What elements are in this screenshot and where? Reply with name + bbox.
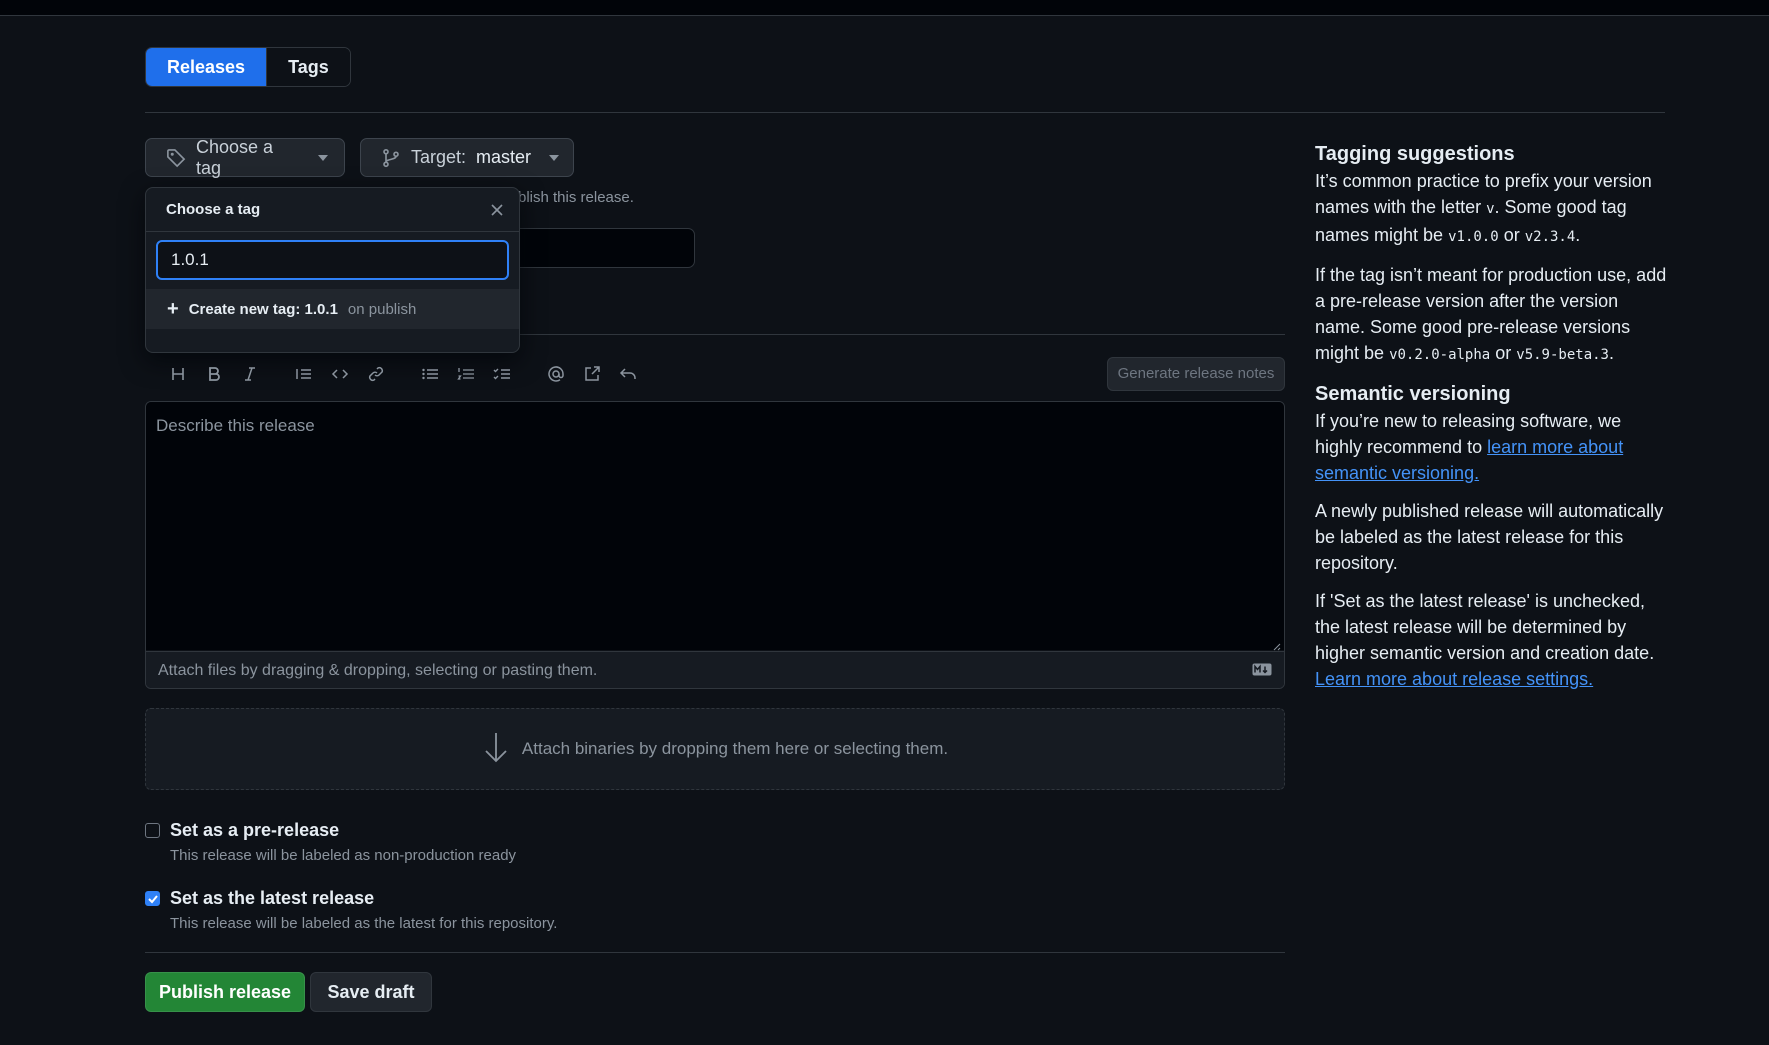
tag-p1-end: . bbox=[1575, 225, 1581, 245]
create-tag-label: Create new tag: 1.0.1 bbox=[188, 300, 338, 318]
tag-p2-end: . bbox=[1608, 343, 1614, 363]
popover-header: Choose a tag bbox=[146, 188, 519, 232]
tag-search-input[interactable] bbox=[156, 240, 509, 280]
bold-icon[interactable] bbox=[196, 360, 232, 388]
mention-icon[interactable] bbox=[538, 360, 574, 388]
binaries-dropzone[interactable]: Attach binaries by dropping them here or… bbox=[145, 708, 1285, 790]
release-description-textarea[interactable] bbox=[146, 402, 1284, 650]
tag-p2-code-2: v5.9-beta.3 bbox=[1516, 347, 1609, 363]
tag-hint-text: blish this release. bbox=[518, 189, 634, 206]
target-branch-button[interactable]: Target: master bbox=[360, 138, 574, 177]
header-divider bbox=[145, 112, 1665, 113]
release-title-input[interactable] bbox=[500, 228, 695, 268]
quote-icon[interactable] bbox=[286, 360, 322, 388]
prerelease-option: Set as a pre-release This release will b… bbox=[145, 820, 516, 864]
link-icon[interactable] bbox=[358, 360, 394, 388]
tag-icon bbox=[166, 148, 186, 168]
latest-release-label[interactable]: Set as the latest release bbox=[170, 888, 557, 909]
tagging-suggestions-title: Tagging suggestions bbox=[1315, 143, 1515, 165]
dropzone-text: Attach binaries by dropping them here or… bbox=[521, 739, 949, 758]
close-icon[interactable] bbox=[485, 198, 509, 222]
releases-tags-switch: Releases Tags bbox=[145, 47, 351, 87]
prerelease-label[interactable]: Set as a pre-release bbox=[170, 820, 516, 841]
create-new-tag-item[interactable]: + Create new tag: 1.0.1 on publish bbox=[146, 289, 519, 329]
semantic-paragraph-3: If 'Set as the latest release' is unchec… bbox=[1315, 588, 1670, 692]
choose-tag-label: Choose a tag bbox=[196, 136, 274, 178]
footer-divider bbox=[145, 952, 1285, 953]
tag-p1-code-v: v bbox=[1486, 201, 1495, 217]
markdown-icon bbox=[1252, 663, 1272, 681]
italic-icon[interactable] bbox=[232, 360, 268, 388]
top-bar bbox=[0, 0, 1769, 16]
task-list-icon[interactable] bbox=[484, 360, 520, 388]
attach-files-bar[interactable]: Attach files by dragging & dropping, sel… bbox=[146, 651, 1284, 688]
semantic-versioning-title: Semantic versioning bbox=[1315, 383, 1511, 405]
semantic-paragraph-2: A newly published release will automatic… bbox=[1315, 501, 1664, 573]
save-draft-button[interactable]: Save draft bbox=[310, 972, 432, 1012]
target-prefix: Target: bbox=[411, 147, 467, 167]
code-icon[interactable] bbox=[322, 360, 358, 388]
sem-p3-text: If 'Set as the latest release' is unchec… bbox=[1315, 591, 1655, 663]
undo-icon[interactable] bbox=[610, 360, 646, 388]
chevron-down-icon bbox=[549, 154, 560, 161]
tag-p2-or: or bbox=[1495, 343, 1512, 363]
tab-releases[interactable]: Releases bbox=[146, 48, 267, 86]
plus-icon: + bbox=[167, 297, 179, 320]
target-branch-name: master bbox=[476, 147, 532, 167]
branch-icon bbox=[381, 148, 401, 168]
generate-release-notes-button[interactable]: Generate release notes bbox=[1107, 357, 1285, 391]
choose-tag-popover: Choose a tag + Create new tag: 1.0.1 on … bbox=[145, 187, 520, 353]
tab-tags[interactable]: Tags bbox=[266, 48, 350, 86]
tag-p1-code-1: v1.0.0 bbox=[1448, 229, 1499, 245]
reference-icon[interactable] bbox=[574, 360, 610, 388]
chevron-down-icon bbox=[318, 154, 328, 161]
prerelease-checkbox[interactable] bbox=[145, 823, 160, 838]
release-description-editor: Attach files by dragging & dropping, sel… bbox=[145, 401, 1285, 689]
unordered-list-icon[interactable] bbox=[412, 360, 448, 388]
ordered-list-icon[interactable] bbox=[448, 360, 484, 388]
learn-release-settings-link[interactable]: Learn more about release settings. bbox=[1315, 669, 1593, 689]
tag-p1-code-2: v2.3.4 bbox=[1524, 229, 1576, 245]
semantic-paragraph-1: If you’re new to releasing software, we … bbox=[1315, 408, 1670, 486]
markdown-toolbar bbox=[160, 360, 646, 388]
latest-release-option: Set as the latest release This release w… bbox=[145, 888, 557, 932]
arrow-down-icon bbox=[482, 731, 510, 768]
tag-p1-or: or bbox=[1503, 225, 1520, 245]
choose-tag-button[interactable]: Choose a tag bbox=[145, 136, 345, 178]
popover-title: Choose a tag bbox=[166, 201, 261, 218]
create-tag-suffix: on publish bbox=[347, 300, 417, 318]
checkmark-icon bbox=[147, 894, 158, 903]
sidebar: Tagging suggestions It’s common practice… bbox=[1315, 140, 1670, 704]
tagging-paragraph-1: It’s common practice to prefix your vers… bbox=[1315, 168, 1670, 250]
heading-icon[interactable] bbox=[160, 360, 196, 388]
prerelease-desc: This release will be labeled as non-prod… bbox=[170, 847, 517, 864]
attach-files-text: Attach files by dragging & dropping, sel… bbox=[158, 661, 598, 679]
title-divider bbox=[500, 334, 1285, 335]
tag-p2-code-1: v0.2.0-alpha bbox=[1389, 347, 1491, 363]
latest-release-desc: This release will be labeled as the late… bbox=[170, 915, 558, 932]
tagging-paragraph-2: If the tag isn’t meant for production us… bbox=[1315, 262, 1670, 368]
publish-release-button[interactable]: Publish release bbox=[145, 972, 305, 1012]
latest-release-checkbox[interactable] bbox=[145, 891, 160, 906]
